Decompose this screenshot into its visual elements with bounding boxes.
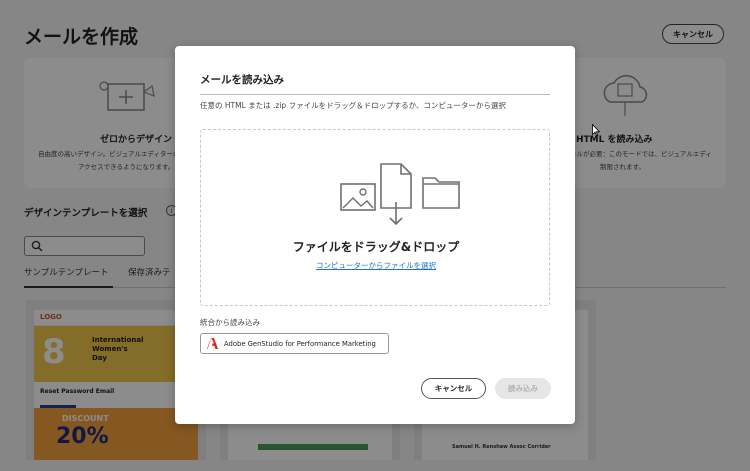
genstudio-button-label: Adobe GenStudio for Performance Marketin… (224, 339, 376, 348)
dialog-description: 任意の HTML または .zip ファイルをドラッグ＆ドロップするか、コンピュ… (200, 101, 506, 110)
import-button[interactable]: 読み込み (495, 378, 551, 399)
file-upload-illustration (340, 163, 460, 226)
cancel-button[interactable]: キャンセル (421, 378, 486, 399)
cursor-icon (592, 124, 600, 136)
adobe-logo-icon (207, 338, 218, 349)
dialog-divider (200, 94, 550, 95)
import-email-dialog: メールを読み込み 任意の HTML または .zip ファイルをドラッグ＆ドロッ… (175, 46, 575, 424)
dropzone-title: ファイルをドラッグ&ドロップ (292, 240, 460, 254)
file-dropzone[interactable]: ファイルをドラッグ&ドロップ コンピューターからファイルを選択 (200, 129, 550, 306)
genstudio-import-button[interactable]: Adobe GenStudio for Performance Marketin… (200, 333, 389, 354)
select-from-computer-link[interactable]: コンピューターからファイルを選択 (201, 260, 551, 271)
image-icon (340, 183, 376, 211)
file-icon (380, 163, 412, 209)
integration-label: 統合から読み込み (200, 318, 260, 327)
dialog-title: メールを読み込み (200, 74, 284, 86)
folder-icon (422, 177, 460, 209)
